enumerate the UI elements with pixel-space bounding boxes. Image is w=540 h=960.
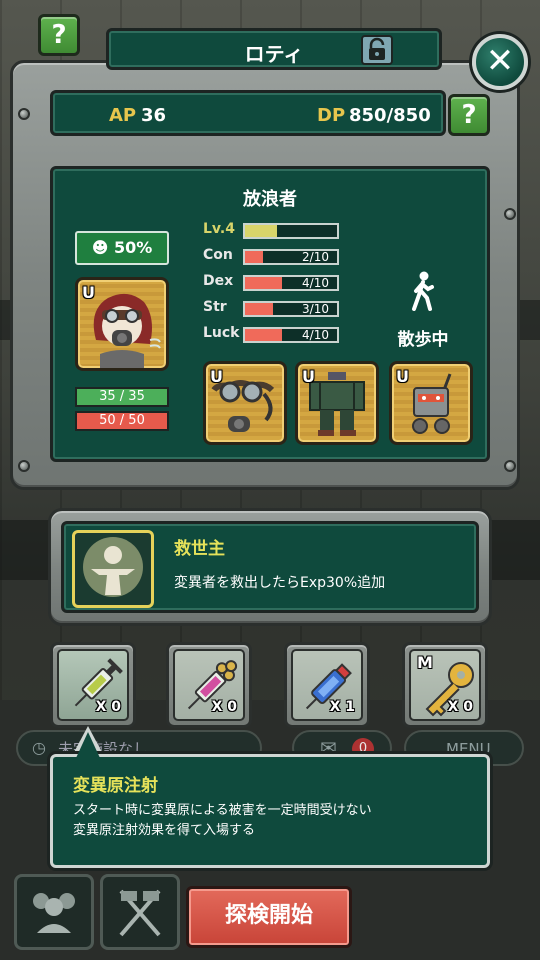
dex-label: Dex [203,273,234,289]
dex-value: 4/10 [302,276,329,290]
tooltip-arrow-fill [76,732,100,758]
lock-button[interactable] [361,35,393,65]
level-label: Lv.4 [203,221,235,237]
name-bar: ロティ [106,28,442,70]
ap-label: AP [109,105,137,126]
status-text: 散歩中 [397,330,449,350]
walking-icon [412,271,434,311]
help-button[interactable]: ? [38,14,80,56]
dex-bar: 4/10 [243,275,339,291]
portrait-u-badge: U [82,283,95,302]
str-bar: 3/10 [243,301,339,317]
perk-icon-frame[interactable] [72,530,154,608]
crossed-flags-icon [119,889,161,937]
sp-bar: 50 / 50 [75,411,169,431]
item-m-badge: M [417,653,433,672]
item-tooltip: 変異原注射 スタート時に変異原による被害を一定時間受けない 変異原注射効果を得て… [50,754,490,868]
ap-value: 36 [141,105,167,126]
con-value: 2/10 [302,250,329,264]
close-button[interactable]: ✕ [472,34,528,90]
item-slot-pink-syringe[interactable]: X 0 [166,642,252,728]
lock-icon [369,37,385,60]
item-count: X 0 [95,699,121,715]
tooltip-description: スタート時に変異原による被害を一定時間受けない 変異原注射効果を得て入場する [73,801,372,841]
luck-value: 4/10 [302,328,329,342]
walk-status: 散歩中 [393,271,453,350]
con-label: Con [203,247,233,263]
equip-u-badge: U [302,367,315,386]
start-exploration-button[interactable]: 探検開始 [186,886,352,948]
perk-frame: 救世主 変異者を救出したらExp30%追加 [48,508,492,626]
character-portrait[interactable]: U [75,277,169,371]
clock-icon: ◷ [32,738,46,757]
con-bar: 2/10 [243,249,339,265]
luck-bar: 4/10 [243,327,339,343]
luck-label: Luck [203,325,240,341]
crossed-flags-button[interactable] [100,874,180,950]
rivet [504,460,516,472]
dp-label: DP [317,105,346,126]
tooltip-title: 変異原注射 [73,776,158,796]
item-count: X 0 [211,699,237,715]
item-count: X 1 [329,699,355,715]
resource-bar: AP 36 DP 850/850 [50,90,446,136]
job-title: 放浪者 [243,189,297,210]
con-fill [245,251,264,263]
team-icon [33,893,75,933]
dex-fill [245,277,282,289]
rivet [18,460,30,472]
smile-icon: ☻ [91,238,109,257]
str-fill [245,303,273,315]
mood-badge: ☻ 50% [75,231,169,265]
hp-text: 35 / 35 [99,389,145,404]
dp-value: 850/850 [349,105,431,126]
item-slot-mutagen[interactable]: X 0 [50,642,136,728]
mood-value: 50% [113,238,153,257]
equip-slot-robot[interactable]: U [389,361,473,445]
perk-panel: 救世主 変異者を救出したらExp30%追加 [61,521,479,613]
equip-u-badge: U [396,367,409,386]
str-label: Str [203,299,227,315]
perk-description: 変異者を救出したらExp30%追加 [174,575,386,591]
luck-fill [245,329,282,341]
tooltip-line-1: スタート時に変異原による被害を一定時間受けない [73,803,372,818]
str-value: 3/10 [302,302,329,316]
sp-text: 50 / 50 [99,413,145,428]
resource-help-button[interactable]: ? [448,94,490,136]
savior-icon [83,537,143,597]
item-count: X 0 [447,699,473,715]
item-slot-key[interactable]: M X 0 [402,642,488,728]
equip-slot-goggles[interactable]: U [203,361,287,445]
character-panel: 放浪者 ☻ 50% U 35 / 35 50 / 50 Lv.4 Con 2/1… [50,166,490,462]
level-fill [245,225,278,237]
level-bar [243,223,339,239]
team-button[interactable] [14,874,94,950]
perk-title: 救世主 [174,539,225,559]
equip-slot-outfit[interactable]: U [295,361,379,445]
equip-u-badge: U [210,367,223,386]
hp-bar: 35 / 35 [75,387,169,407]
rivet [18,108,30,120]
item-slot-blue-syringe[interactable]: X 1 [284,642,370,728]
tooltip-line-2: 変異原注射効果を得て入場する [73,823,256,838]
close-icon: ✕ [485,41,515,81]
rivet [504,208,516,220]
